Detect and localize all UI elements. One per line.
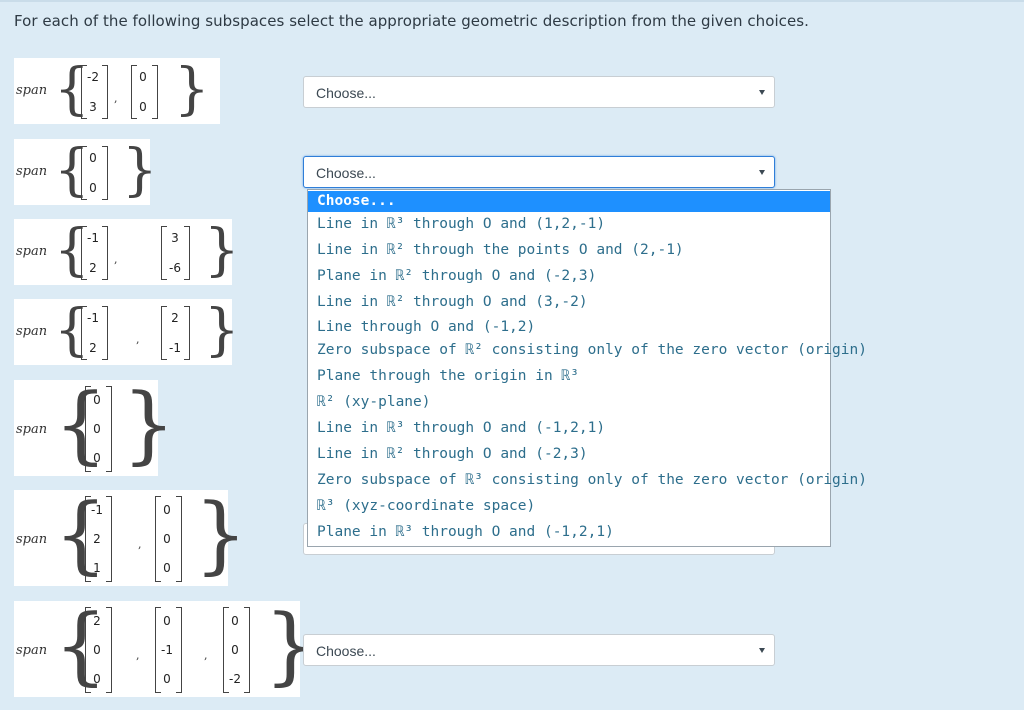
bracket-right <box>176 496 182 582</box>
dropdown-option[interactable]: Line in ℝ³ through O and (1,2,-1) <box>308 213 830 235</box>
span-expression-5: span { 0 0 0 } <box>14 380 175 476</box>
bracket-right <box>102 226 108 280</box>
right-brace: } <box>174 57 210 122</box>
right-brace: } <box>204 218 240 283</box>
bracket-right <box>176 607 182 693</box>
bracket-right <box>184 226 190 280</box>
span-label: span <box>16 422 48 437</box>
answer-select-7[interactable]: Choose... <box>303 634 775 666</box>
chevron-down-icon <box>759 648 765 653</box>
right-brace: } <box>194 485 248 583</box>
span-expression-1: span { -2 3 , 0 0 } <box>14 58 220 124</box>
dropdown-option[interactable]: Line in ℝ² through O and (-2,3) <box>308 443 830 465</box>
dropdown-option[interactable]: Line in ℝ² through O and (3,-2) <box>308 291 830 313</box>
dropdown-option[interactable]: Choose... <box>308 191 830 212</box>
right-brace: } <box>122 138 158 203</box>
question-prompt: For each of the following subspaces sele… <box>14 12 809 30</box>
dropdown-option[interactable]: Line in ℝ³ through O and (-1,2,1) <box>308 417 830 439</box>
bracket-right <box>244 607 250 693</box>
comma: , <box>138 538 142 551</box>
span-label: span <box>16 164 48 179</box>
span-expression-3: span { -1 2 , 3 -6 } <box>14 219 240 285</box>
bracket-right <box>102 306 108 360</box>
chevron-down-icon <box>759 90 765 95</box>
span-label: span <box>16 643 48 658</box>
select-value: Choose... <box>316 165 376 181</box>
top-border <box>0 0 1024 2</box>
answer-select-1[interactable]: Choose... <box>303 76 775 108</box>
span-expression-6: span { -1 2 1 , 0 0 0 } <box>14 490 247 586</box>
dropdown-menu[interactable]: Choose... Line in ℝ³ through O and (1,2,… <box>307 189 867 547</box>
bracket-right <box>152 65 158 119</box>
span-label: span <box>16 83 48 98</box>
dropdown-option[interactable]: Plane in ℝ² through O and (-2,3) <box>308 265 830 287</box>
right-brace: } <box>204 298 240 363</box>
bracket-right <box>106 607 112 693</box>
bracket-right <box>102 146 108 200</box>
comma: , <box>136 333 140 346</box>
comma: , <box>136 649 140 662</box>
span-expression-7: span { 2 0 0 , 0 -1 0 , 0 0 -2 } <box>14 601 317 697</box>
comma: , <box>114 92 118 105</box>
span-expression-2: span { 0 0 } <box>14 139 158 205</box>
chevron-down-icon <box>759 170 765 175</box>
bracket-right <box>184 306 190 360</box>
vector-entry: 0 <box>93 451 101 465</box>
dropdown-option[interactable]: Zero subspace of ℝ² consisting only of t… <box>308 339 867 361</box>
span-label: span <box>16 244 48 259</box>
dropdown-option[interactable]: Line in ℝ² through the points O and (2,-… <box>308 239 830 261</box>
dropdown-option[interactable]: ℝ³ (xyz-coordinate space) <box>308 495 830 517</box>
span-expression-4: span { -1 2 , 2 -1 } <box>14 299 240 365</box>
dropdown-option[interactable]: Plane in ℝ³ through O and (-1,2,1) <box>308 521 830 543</box>
span-label: span <box>16 532 48 547</box>
bracket-right <box>106 496 112 582</box>
comma: , <box>204 649 208 662</box>
select-value: Choose... <box>316 85 376 101</box>
dropdown-option[interactable]: ℝ² (xy-plane) <box>308 391 830 413</box>
span-label: span <box>16 324 48 339</box>
dropdown-option[interactable]: Plane through the origin in ℝ³ <box>308 365 830 387</box>
dropdown-option[interactable]: Line through O and (-1,2) <box>308 316 830 338</box>
right-brace: } <box>122 375 176 473</box>
select-value: Choose... <box>316 643 376 659</box>
bracket-right <box>102 65 108 119</box>
answer-select-2[interactable]: Choose... <box>303 156 775 188</box>
comma: , <box>114 253 118 266</box>
dropdown-option[interactable]: Zero subspace of ℝ³ consisting only of t… <box>308 469 867 491</box>
